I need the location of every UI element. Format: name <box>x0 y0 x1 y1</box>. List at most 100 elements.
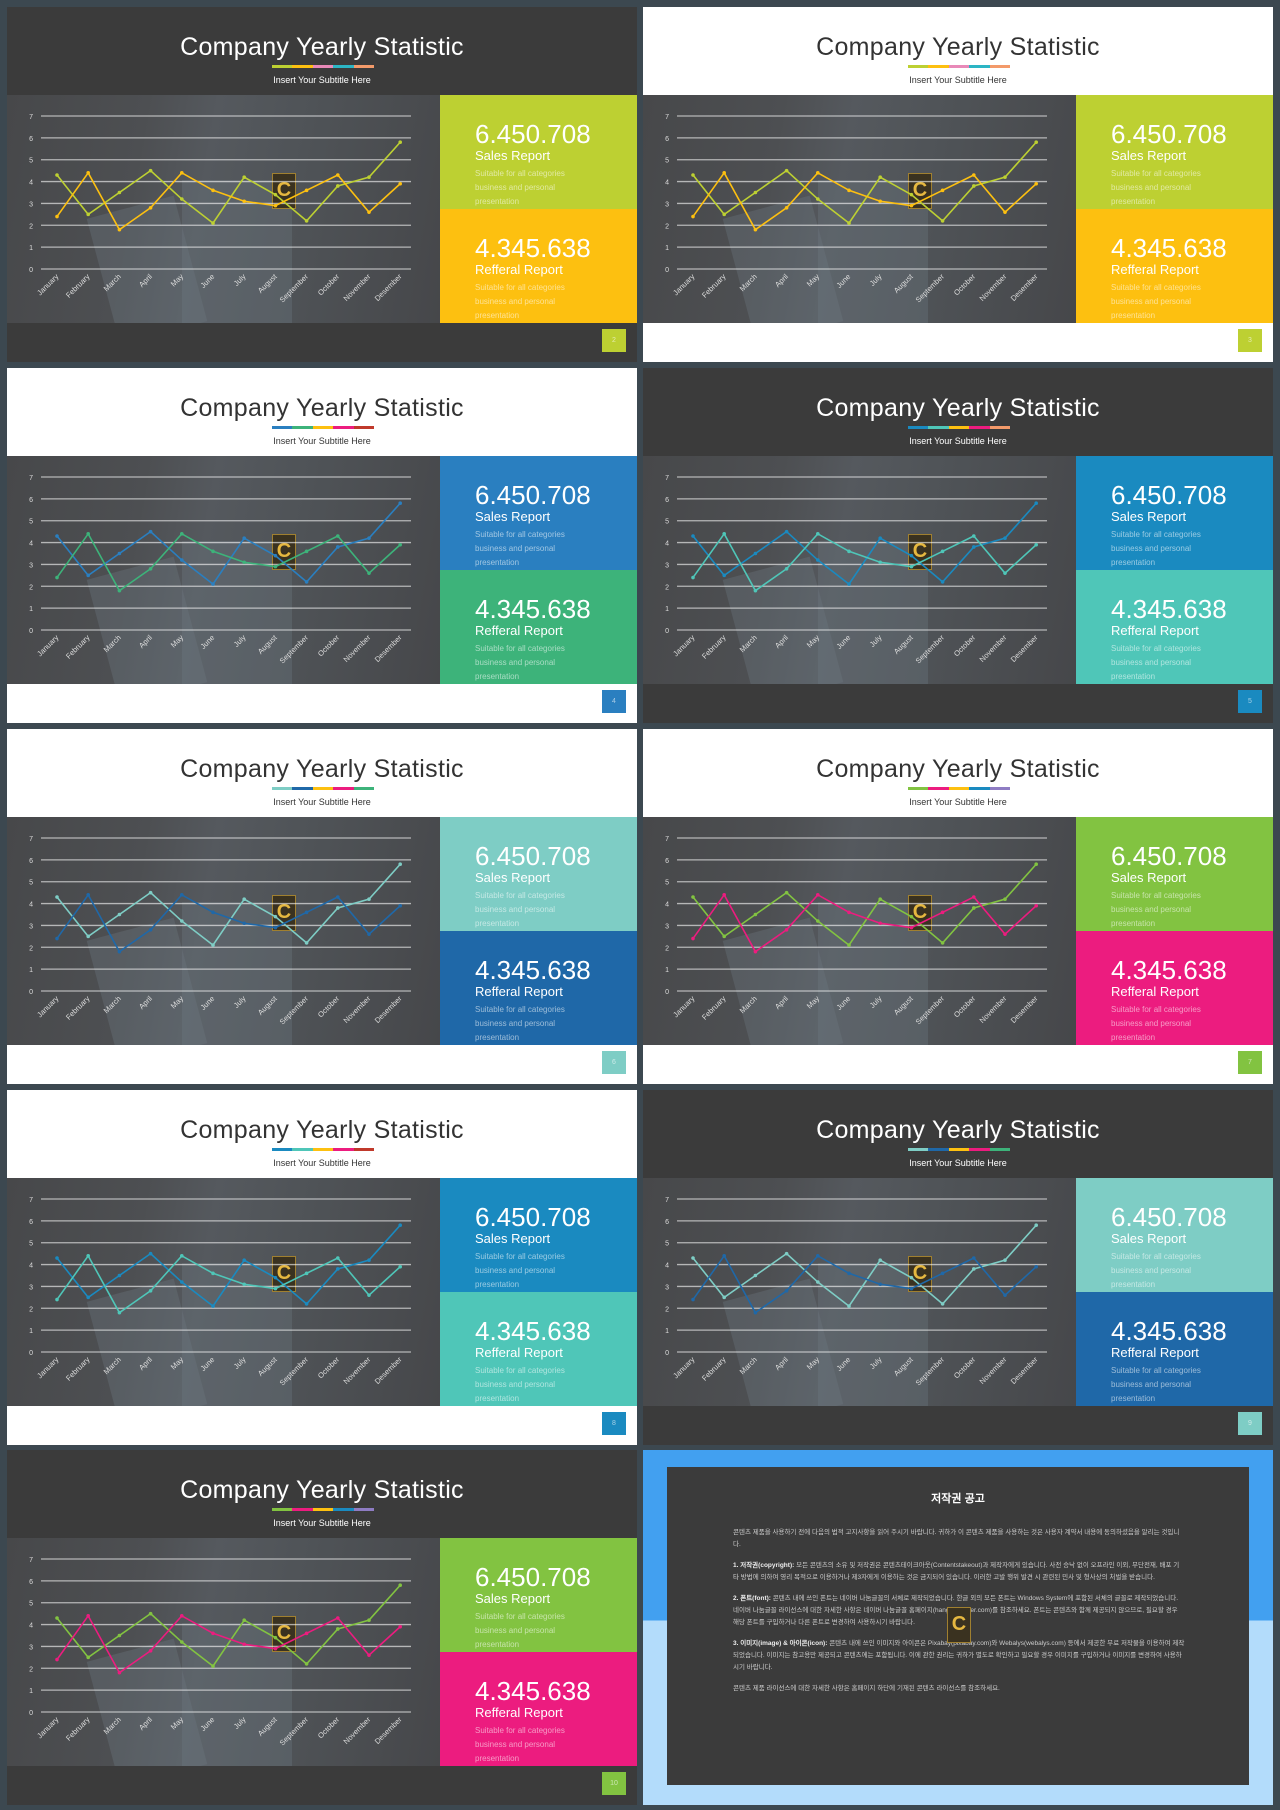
y-tick-label: 7 <box>665 1197 669 1204</box>
data-point <box>722 573 726 578</box>
slide-subtitle: Insert Your Subtitle Here <box>909 75 1007 85</box>
x-tick-label: January <box>671 633 696 658</box>
referral-report-panel: 4.345.638 Refferal Report Suitable for all… <box>1076 570 1273 684</box>
data-point <box>722 171 726 175</box>
slide-title: Company Yearly Statistic <box>180 1476 464 1504</box>
section-heading: 3. 이미지(image) & 아이콘(icon): <box>733 1640 828 1647</box>
x-tick-label: July <box>868 1355 884 1371</box>
x-tick-label: January <box>35 272 60 297</box>
data-point <box>972 545 976 549</box>
underline-segment <box>969 787 990 790</box>
title-underline <box>908 1148 1011 1151</box>
data-point <box>909 914 914 919</box>
slide-thumbnail[interactable]: Company Yearly Statistic Insert Your Subt… <box>643 7 1273 362</box>
x-tick-label: October <box>952 272 978 298</box>
x-tick-label: March <box>102 994 123 1015</box>
x-tick-label: February <box>64 1715 92 1743</box>
x-tick-label: September <box>278 994 311 1027</box>
referral-label: Refferal Report <box>475 623 563 638</box>
data-point <box>367 1618 371 1622</box>
data-point <box>878 1258 882 1262</box>
underline-segment <box>948 1148 970 1151</box>
data-point <box>86 893 90 897</box>
x-tick-label: August <box>256 1714 280 1738</box>
slide-footer: 10 <box>7 1766 637 1805</box>
data-point <box>722 212 726 217</box>
data-point <box>909 564 914 569</box>
data-point <box>180 558 184 562</box>
y-tick-label: 7 <box>29 114 33 121</box>
sales-description: Suitable for all categories business and… <box>475 1612 565 1649</box>
copyright-slide[interactable]: 저작권 공고 콘텐츠 제품을 사용하기 전에 다음의 법적 고지사항을 읽어 주… <box>643 1450 1273 1805</box>
data-point <box>304 1631 309 1636</box>
sales-description: Suitable for all categories business and… <box>475 891 565 928</box>
x-tick-label: November <box>342 1715 373 1746</box>
sales-report-panel: 6.450.708 Sales Report Suitable for all ca… <box>1076 456 1273 570</box>
data-point <box>242 536 246 540</box>
x-tick-label: April <box>137 1355 154 1372</box>
x-tick-label: March <box>738 272 759 293</box>
slide-thumbnail[interactable]: Company Yearly Statistic Insert Your Subt… <box>643 368 1273 723</box>
data-point <box>180 893 184 897</box>
y-tick-label: 3 <box>665 201 669 208</box>
data-point <box>691 895 695 899</box>
title-underline <box>908 426 1011 429</box>
data-point <box>336 1256 340 1260</box>
data-point <box>367 175 371 179</box>
data-point <box>940 1302 945 1306</box>
sales-description: Suitable for all categories business and… <box>475 169 565 206</box>
y-tick-label: 3 <box>29 923 33 930</box>
data-point <box>273 914 278 919</box>
data-point <box>972 173 976 177</box>
slide-thumbnail[interactable]: Company Yearly Statistic Insert Your Subt… <box>7 729 637 1084</box>
y-tick-label: 5 <box>665 519 669 526</box>
data-point <box>367 897 371 901</box>
referral-value: 4.345.638 <box>475 233 591 263</box>
line-chart: 0 1 2 3 4 5 6 7 January February March April May June… <box>665 1197 1047 1387</box>
y-tick-label: 0 <box>665 989 669 996</box>
referral-description: Suitable for all categories business and… <box>475 1366 565 1403</box>
title-underline <box>908 787 1011 790</box>
data-point <box>398 140 403 145</box>
sales-description: Suitable for all categories business and… <box>1111 891 1201 928</box>
x-tick-label: October <box>952 994 978 1020</box>
data-point <box>273 203 278 208</box>
data-point <box>816 893 820 897</box>
copyright-outro: 콘텐츠 제품 라이선스에 대한 자세한 사항은 홈페이지 하단에 기재된 콘텐츠… <box>733 1685 1000 1692</box>
x-tick-label: November <box>978 272 1009 303</box>
slide-thumbnail[interactable]: Company Yearly Statistic Insert Your Subt… <box>7 1450 637 1805</box>
data-point <box>972 534 976 538</box>
data-point <box>1034 1264 1038 1269</box>
referral-report-panel: 4.345.638 Refferal Report Suitable for all… <box>1076 931 1273 1045</box>
page-number-badge: 3 <box>1238 329 1262 352</box>
referral-report-panel: 4.345.638 Refferal Report Suitable for all… <box>440 1292 637 1406</box>
data-point <box>367 1653 371 1657</box>
data-point <box>398 542 403 547</box>
sales-value: 6.450.708 <box>475 1562 591 1592</box>
data-point <box>398 1223 403 1228</box>
data-point <box>117 551 122 556</box>
y-tick-label: 2 <box>665 945 669 952</box>
slide-title: Company Yearly Statistic <box>816 394 1100 422</box>
data-point <box>55 1616 59 1620</box>
slide-thumbnail[interactable]: Company Yearly Statistic Insert Your Subt… <box>7 368 637 723</box>
y-tick-label: 1 <box>29 245 33 252</box>
slide-subtitle: Insert Your Subtitle Here <box>273 75 371 85</box>
sales-value: 6.450.708 <box>1111 119 1227 149</box>
slide-thumbnail[interactable]: Company Yearly Statistic Insert Your Subt… <box>643 1090 1273 1445</box>
data-point <box>273 564 278 569</box>
referral-label: Refferal Report <box>1111 1345 1199 1360</box>
data-point <box>691 936 695 941</box>
x-tick-label: May <box>169 272 186 289</box>
slide-thumbnail[interactable]: Company Yearly Statistic Insert Your Subt… <box>643 729 1273 1084</box>
y-tick-label: 0 <box>665 1350 669 1357</box>
slide-title: Company Yearly Statistic <box>180 1116 464 1144</box>
slide-thumbnail[interactable]: Company Yearly Statistic Insert Your Subt… <box>7 1090 637 1445</box>
data-point <box>86 171 90 175</box>
data-point <box>148 1251 153 1256</box>
y-tick-label: 6 <box>29 858 33 865</box>
data-point <box>148 928 153 932</box>
y-tick-label: 5 <box>665 880 669 887</box>
slide-thumbnail[interactable]: Company Yearly Statistic Insert Your Subt… <box>7 7 637 362</box>
data-point <box>878 921 882 926</box>
